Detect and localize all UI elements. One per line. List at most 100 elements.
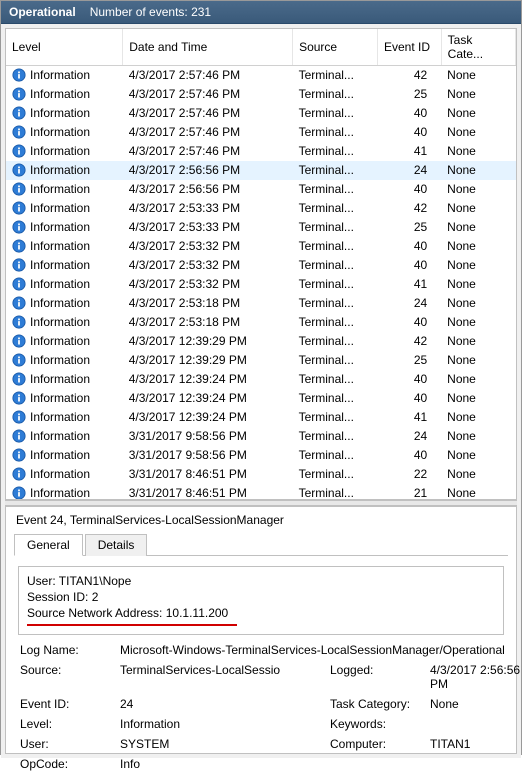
table-row[interactable]: Information4/3/2017 2:57:46 PMTerminal..… xyxy=(6,85,516,104)
value-keywords xyxy=(430,717,522,731)
table-row[interactable]: Information4/3/2017 2:53:18 PMTerminal..… xyxy=(6,313,516,332)
table-row[interactable]: Information4/3/2017 2:57:46 PMTerminal..… xyxy=(6,142,516,161)
cell-task: None xyxy=(441,408,515,427)
event-table[interactable]: Level Date and Time Source Event ID Task… xyxy=(6,29,516,500)
user-line: User: TITAN1\Nope xyxy=(27,573,495,589)
table-row[interactable]: Information 4/3/2017 2:56:56 PMTerminal..… xyxy=(6,180,516,199)
table-row[interactable]: Information4/3/2017 12:39:24 PMTerminal.… xyxy=(6,370,516,389)
cell-task: None xyxy=(441,199,515,218)
label-source: Source: xyxy=(20,663,120,691)
cell-date: 4/3/2017 2:53:33 PM xyxy=(123,218,293,237)
cell-eventid: 24 xyxy=(377,294,441,313)
table-row[interactable]: Information4/3/2017 2:57:46 PMTerminal..… xyxy=(6,104,516,123)
cell-eventid: 42 xyxy=(377,66,441,85)
info-icon xyxy=(12,353,26,367)
table-row[interactable]: Information4/3/2017 12:39:29 PMTerminal.… xyxy=(6,351,516,370)
cell-task: None xyxy=(441,85,515,104)
event-count: Number of events: 231 xyxy=(90,5,211,19)
col-level[interactable]: Level xyxy=(6,29,123,66)
table-row[interactable]: Information4/3/2017 2:56:56 PMTerminal..… xyxy=(6,161,516,180)
info-icon xyxy=(12,201,26,215)
col-source[interactable]: Source xyxy=(293,29,378,66)
cell-date: 4/3/2017 2:53:18 PM xyxy=(123,313,293,332)
cell-date: 4/3/2017 12:39:24 PM xyxy=(123,408,293,427)
highlight-underline xyxy=(27,624,237,626)
info-icon xyxy=(12,410,26,424)
info-icon xyxy=(12,429,26,443)
cell-source: Terminal... xyxy=(293,66,378,85)
cell-date: 4/3/2017 2:57:46 PM xyxy=(123,85,293,104)
cell-eventid: 41 xyxy=(377,142,441,161)
level-text: Information xyxy=(30,125,90,139)
level-text: Information xyxy=(30,334,90,348)
table-row[interactable]: Information4/3/2017 2:53:33 PMTerminal..… xyxy=(6,199,516,218)
table-row[interactable]: Information4/3/2017 12:39:29 PMTerminal.… xyxy=(6,332,516,351)
level-text: Information xyxy=(30,239,90,253)
cell-source: Terminal... xyxy=(293,446,378,465)
cell-eventid: 40 xyxy=(377,389,441,408)
info-icon xyxy=(12,296,26,310)
cell-source: Terminal... xyxy=(293,142,378,161)
cell-source: Terminal... xyxy=(293,180,378,199)
cell-task: None xyxy=(441,142,515,161)
cell-date: 4/3/2017 2:56:56 PM xyxy=(123,180,293,199)
cell-source: Terminal... xyxy=(293,313,378,332)
table-row[interactable]: Information4/3/2017 12:39:24 PMTerminal.… xyxy=(6,408,516,427)
col-eventid[interactable]: Event ID xyxy=(377,29,441,66)
level-text: Information xyxy=(30,201,90,215)
cell-eventid: 40 xyxy=(377,180,441,199)
table-row[interactable]: Information4/3/2017 2:53:32 PMTerminal..… xyxy=(6,256,516,275)
tab-general[interactable]: General xyxy=(14,534,83,556)
col-date[interactable]: Date and Time xyxy=(123,29,293,66)
info-icon xyxy=(12,315,26,329)
level-text: Information xyxy=(30,182,90,196)
info-icon xyxy=(12,334,26,348)
table-row[interactable]: Information4/3/2017 2:53:33 PMTerminal..… xyxy=(6,218,516,237)
level-text: Information xyxy=(30,391,90,405)
info-icon xyxy=(12,68,26,82)
table-row[interactable]: Information4/3/2017 12:39:24 PMTerminal.… xyxy=(6,389,516,408)
cell-task: None xyxy=(441,123,515,142)
info-icon xyxy=(12,372,26,386)
label-taskcat: Task Category: xyxy=(330,697,430,711)
info-icon xyxy=(12,391,26,405)
cell-eventid: 40 xyxy=(377,370,441,389)
cell-eventid: 25 xyxy=(377,351,441,370)
cell-task: None xyxy=(441,104,515,123)
cell-source: Terminal... xyxy=(293,256,378,275)
label-eventid: Event ID: xyxy=(20,697,120,711)
level-text: Information xyxy=(30,410,90,424)
cell-task: None xyxy=(441,351,515,370)
cell-eventid: 40 xyxy=(377,256,441,275)
info-icon xyxy=(12,277,26,291)
cell-eventid: 25 xyxy=(377,218,441,237)
table-header-row[interactable]: Level Date and Time Source Event ID Task… xyxy=(6,29,516,66)
cell-date: 3/31/2017 8:46:51 PM xyxy=(123,465,293,484)
level-text: Information xyxy=(30,87,90,101)
cell-eventid: 21 xyxy=(377,484,441,501)
cell-task: None xyxy=(441,484,515,501)
cell-task: None xyxy=(441,332,515,351)
cell-date: 4/3/2017 12:39:29 PM xyxy=(123,332,293,351)
cell-date: 3/31/2017 9:58:56 PM xyxy=(123,427,293,446)
table-row[interactable]: Information3/31/2017 8:46:51 PMTerminal.… xyxy=(6,465,516,484)
detail-heading: Event 24, TerminalServices-LocalSessionM… xyxy=(14,513,508,533)
label-logged: Logged: xyxy=(330,663,430,691)
table-row[interactable]: Information3/31/2017 9:58:56 PMTerminal.… xyxy=(6,427,516,446)
col-taskcat[interactable]: Task Cate... xyxy=(441,29,515,66)
table-row[interactable]: Information4/3/2017 2:57:46 PMTerminal..… xyxy=(6,66,516,85)
event-table-container: Level Date and Time Source Event ID Task… xyxy=(5,28,517,500)
value-source: TerminalServices-LocalSessio xyxy=(120,663,330,691)
table-row[interactable]: Information3/31/2017 9:58:56 PMTerminal.… xyxy=(6,446,516,465)
table-row[interactable]: Information4/3/2017 2:53:32 PMTerminal..… xyxy=(6,275,516,294)
tab-details[interactable]: Details xyxy=(85,534,148,556)
cell-date: 4/3/2017 2:57:46 PM xyxy=(123,123,293,142)
table-row[interactable]: Information3/31/2017 8:46:51 PMTerminal.… xyxy=(6,484,516,501)
cell-eventid: 40 xyxy=(377,446,441,465)
table-row[interactable]: Information4/3/2017 2:57:46 PMTerminal..… xyxy=(6,123,516,142)
table-row[interactable]: Information4/3/2017 2:53:32 PMTerminal..… xyxy=(6,237,516,256)
cell-source: Terminal... xyxy=(293,484,378,501)
table-row[interactable]: Information4/3/2017 2:53:18 PMTerminal..… xyxy=(6,294,516,313)
cell-eventid: 40 xyxy=(377,104,441,123)
cell-eventid: 24 xyxy=(377,427,441,446)
